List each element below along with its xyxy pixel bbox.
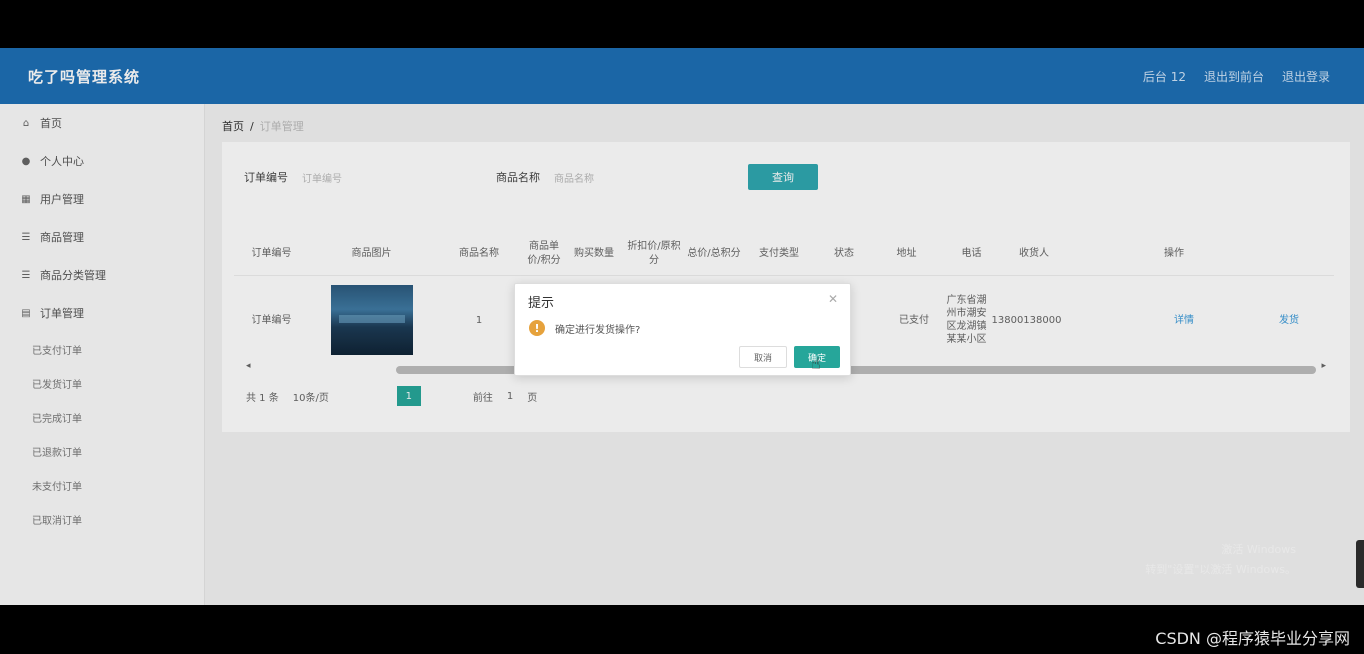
edge-widget — [1356, 540, 1364, 588]
watermark-line-1: 激活 Windows — [1221, 543, 1296, 556]
dialog-message: 确定进行发货操作? — [555, 324, 641, 336]
cancel-button-label: 取消 — [753, 353, 772, 364]
app-screen: 吃了吗管理系统 后台 12 退出到前台 退出登录 ⌂ 首页 ● 个人中心 ▦ 用… — [0, 48, 1364, 605]
close-icon[interactable]: ✕ — [828, 292, 838, 306]
dialog-title: 提示 — [528, 296, 555, 311]
video-frame: 吃了吗管理系统 后台 12 退出到前台 退出登录 ⌂ 首页 ● 个人中心 ▦ 用… — [0, 0, 1364, 654]
pointer-cursor-icon: ☝ — [811, 354, 821, 373]
confirm-dialog: 提示 ✕ ! 确定进行发货操作? 取消 确定 — [514, 283, 851, 376]
dialog-message-row: ! 确定进行发货操作? — [529, 320, 640, 336]
windows-activation-watermark: 激活 Windows 转到"设置"以激活 Windows。 — [1145, 540, 1296, 580]
watermark-line-2: 转到"设置"以激活 Windows。 — [1145, 563, 1296, 576]
cancel-button[interactable]: 取消 — [739, 346, 787, 368]
csdn-watermark: CSDN @程序猿毕业分享网 — [1155, 629, 1350, 648]
warning-icon: ! — [529, 320, 545, 336]
